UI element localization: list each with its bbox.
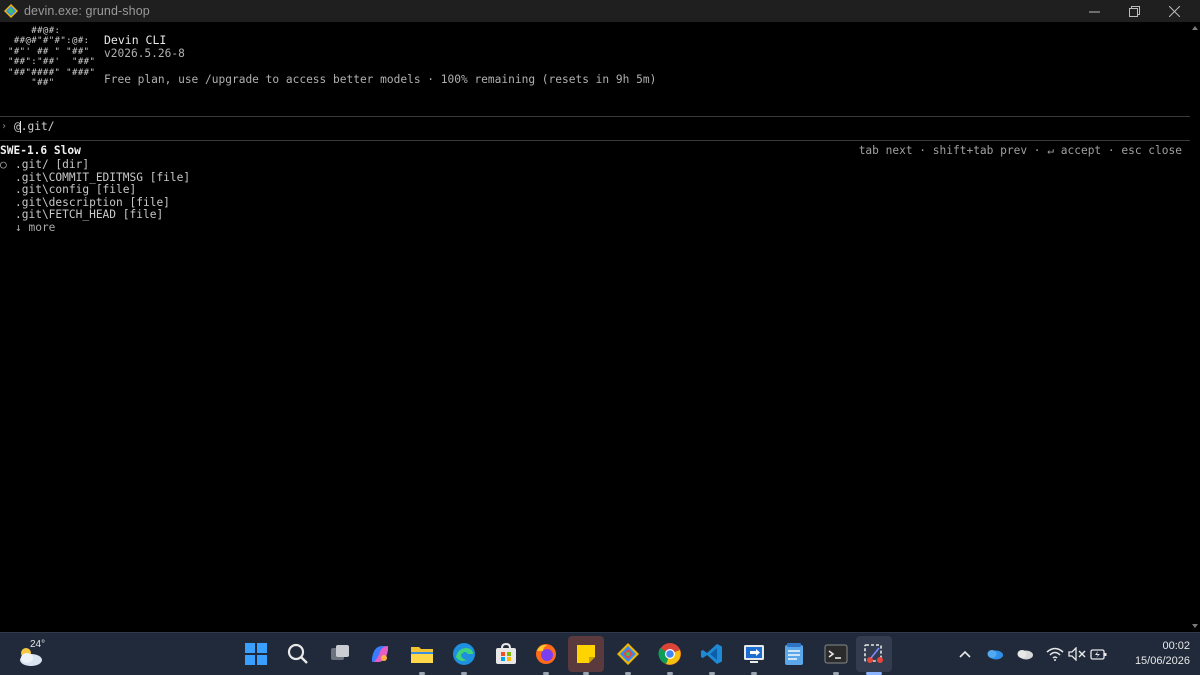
prompt-text-after-caret: .git/: [20, 119, 55, 133]
more-indicator[interactable]: ↓ more: [0, 220, 190, 235]
volume-muted-icon[interactable]: [1068, 645, 1086, 663]
file-explorer-icon[interactable]: [408, 640, 436, 668]
close-icon: [1168, 5, 1180, 17]
autocomplete-list: ○ .git/ [dir] .git\COMMIT_EDITMSG [file] …: [0, 158, 191, 235]
clock-time: 00:02: [1162, 640, 1190, 652]
list-item-text: .git\COMMIT_EDITMSG [file]: [15, 170, 191, 184]
restore-button[interactable]: [1114, 0, 1154, 22]
weather-widget[interactable]: 24°: [14, 637, 54, 671]
devin-ascii-logo: ##@#: ##@#"#"#":@#: "#"' ## " "##" "##":…: [8, 26, 96, 89]
git-icon[interactable]: [614, 640, 642, 668]
task-view-icon[interactable]: [326, 640, 354, 668]
list-item-text: .git\description [file]: [15, 195, 170, 209]
list-item-text: .git\config [file]: [15, 183, 137, 197]
microsoft-store-icon[interactable]: [492, 640, 520, 668]
app-name: Devin CLI: [104, 33, 167, 47]
chevron-up-icon[interactable]: [956, 645, 974, 663]
scroll-down-icon[interactable]: [1192, 624, 1198, 628]
sticky-notes-icon[interactable]: [568, 636, 604, 672]
selected-marker-icon: ○: [0, 158, 7, 171]
search-icon[interactable]: [284, 640, 312, 668]
header-info: Devin CLI v2026.5.26-8 Free plan, use /u…: [104, 34, 656, 87]
cloud-icon: [20, 648, 42, 666]
firefox-icon[interactable]: [532, 640, 560, 668]
divider-bottom: [0, 140, 1190, 141]
terminal-area[interactable]: ##@#: ##@#"#"#":@#: "#"' ## " "##" "##":…: [0, 22, 1200, 632]
window-title: devin.exe: grund-shop: [24, 4, 150, 18]
model-label: SWE-1.6 Slow: [0, 144, 81, 157]
devin-app-icon: [4, 4, 18, 18]
list-item-text: .git/ [dir]: [15, 158, 90, 171]
autocomplete-header: SWE-1.6 Slow tab next · shift+tab prev ·…: [0, 144, 1190, 158]
scrollbar[interactable]: [1190, 22, 1200, 632]
snipping-tool-icon[interactable]: [856, 636, 892, 672]
plan-status: Free plan, use /upgrade to access better…: [104, 73, 657, 86]
edge-icon[interactable]: [450, 640, 478, 668]
more-text: ↓ more: [15, 220, 56, 234]
app-version: v2026.5.26-8: [104, 47, 185, 60]
prompt-chevron-icon: ›: [1, 120, 8, 132]
minimize-button[interactable]: [1074, 0, 1114, 22]
notepad-icon[interactable]: [780, 640, 808, 668]
window-titlebar: devin.exe: grund-shop: [0, 0, 1200, 22]
scroll-up-icon[interactable]: [1192, 26, 1198, 30]
wifi-icon[interactable]: [1046, 645, 1064, 663]
vscode-icon[interactable]: [698, 640, 726, 668]
list-item-text: .git\FETCH_HEAD [file]: [15, 208, 164, 222]
minimize-icon: [1088, 11, 1100, 12]
taskbar: 24° 00:02 15/06/2026: [0, 632, 1200, 675]
onedrive-icon[interactable]: [986, 645, 1004, 663]
terminal-icon[interactable]: [822, 640, 850, 668]
keyboard-hints: tab next · shift+tab prev · ↵ accept · e…: [858, 144, 1182, 157]
remote-desktop-icon[interactable]: [740, 640, 768, 668]
chrome-icon[interactable]: [656, 640, 684, 668]
close-button[interactable]: [1154, 0, 1194, 22]
cloud-sync-icon[interactable]: [1016, 645, 1034, 663]
copilot-icon[interactable]: [366, 640, 394, 668]
windows-start-icon[interactable]: [242, 640, 270, 668]
clock-date: 15/06/2026: [1134, 655, 1190, 667]
divider-top: [0, 116, 1190, 117]
system-clock[interactable]: 00:02 15/06/2026: [1135, 639, 1190, 669]
prompt-input-line[interactable]: › @.git/: [0, 120, 54, 134]
battery-charging-icon[interactable]: [1090, 645, 1108, 663]
restore-icon: [1128, 5, 1140, 17]
prompt-input[interactable]: @.git/: [14, 119, 55, 134]
